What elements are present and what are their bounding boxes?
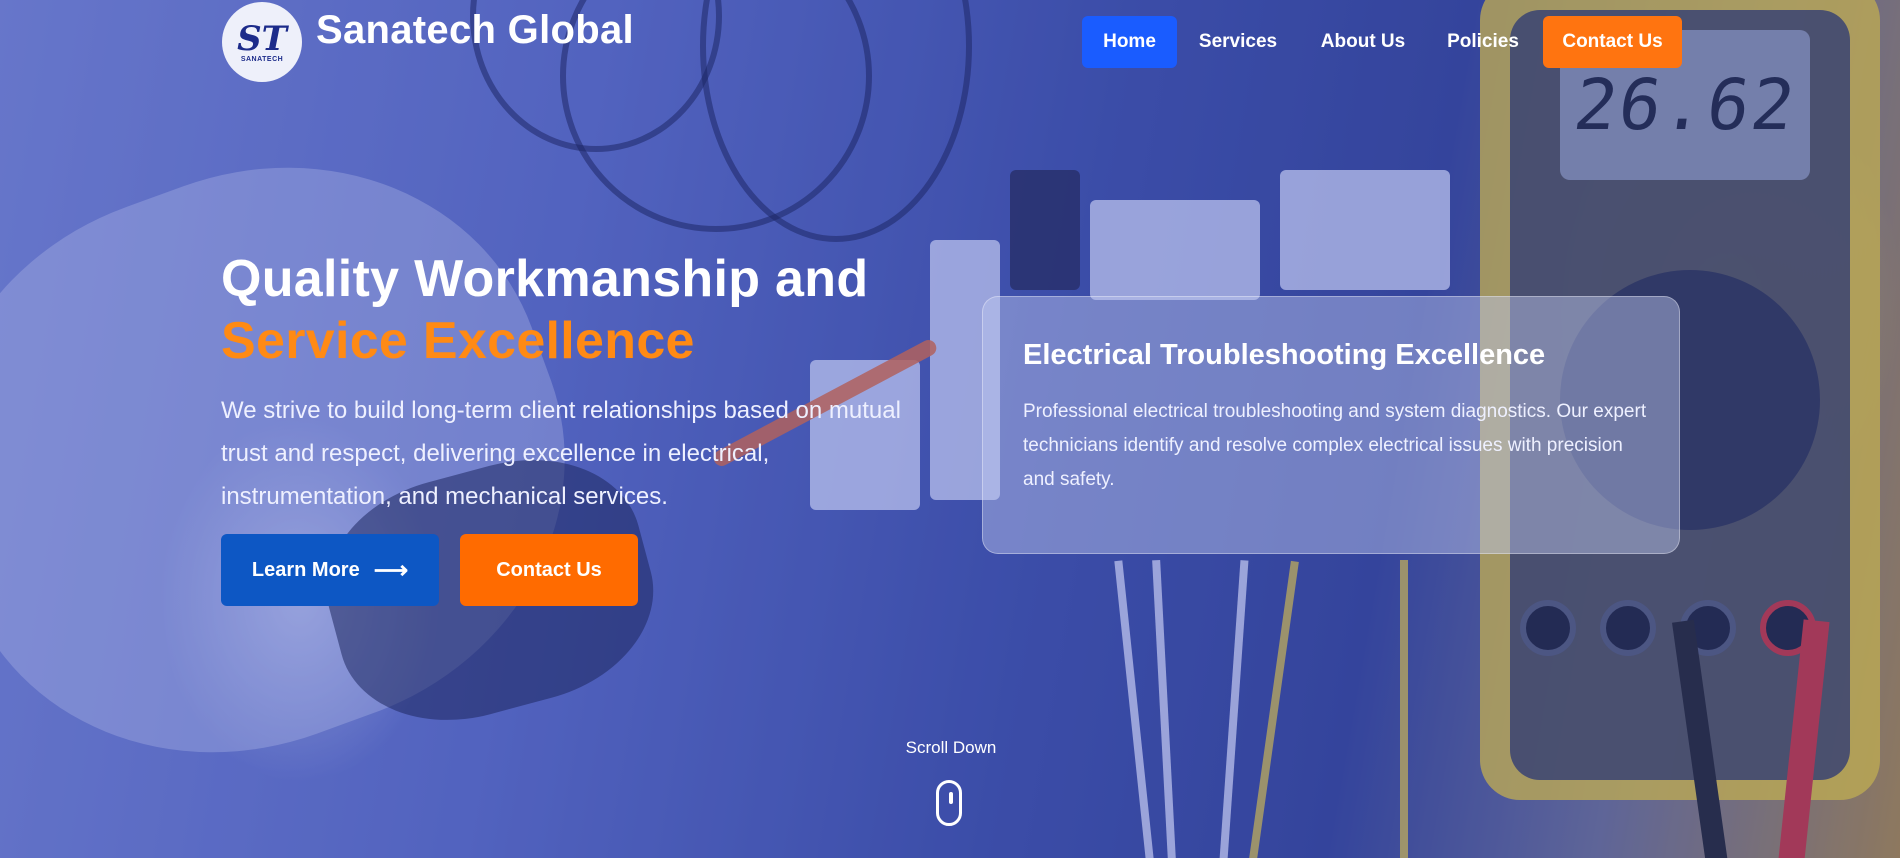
logo-subtitle: SANATECH xyxy=(240,55,284,63)
learn-more-label: Learn More xyxy=(251,558,360,581)
nav-about-us[interactable]: About Us xyxy=(1310,16,1416,68)
contact-us-button[interactable]: Contact Us xyxy=(460,534,638,606)
feature-card-title: Electrical Troubleshooting Excellence xyxy=(1023,339,1546,371)
logo[interactable]: ST SANATECH xyxy=(222,2,302,82)
feature-card-text: Professional electrical troubleshooting … xyxy=(1023,401,1647,490)
scroll-down-label[interactable]: Scroll Down xyxy=(898,738,1004,758)
arrow-right-icon: ⟶ xyxy=(373,556,409,584)
brand-name[interactable]: Sanatech Global xyxy=(316,8,634,53)
hero-description: We strive to build long-term client rela… xyxy=(221,397,901,510)
logo-mark: ST xyxy=(237,18,287,59)
hero-title-line2: Service Excellence xyxy=(221,312,695,370)
learn-more-button[interactable]: Learn More ⟶ xyxy=(221,534,439,606)
mouse-wheel xyxy=(949,792,953,804)
nav-home[interactable]: Home xyxy=(1082,16,1177,68)
feature-card: Electrical Troubleshooting Excellence Pr… xyxy=(982,296,1680,554)
nav-services[interactable]: Services xyxy=(1188,16,1288,68)
hero-title-line1: Quality Workmanship and xyxy=(221,250,869,308)
nav-contact-us-button[interactable]: Contact Us xyxy=(1543,16,1682,68)
nav-policies[interactable]: Policies xyxy=(1440,16,1526,68)
mouse-icon[interactable] xyxy=(936,780,962,826)
